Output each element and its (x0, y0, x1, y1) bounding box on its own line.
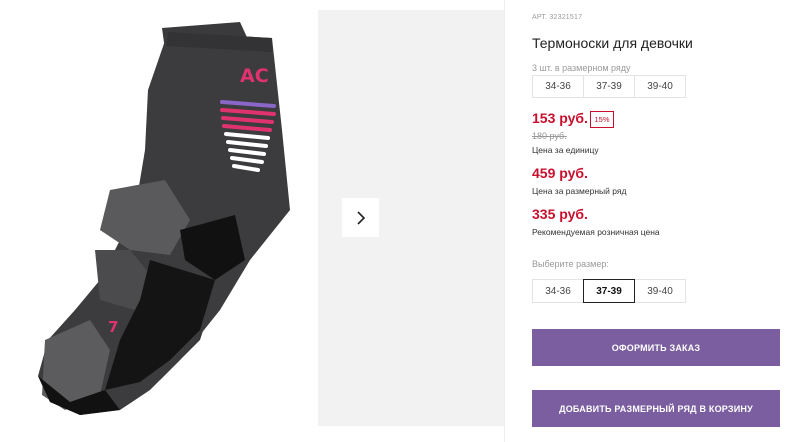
unit-price-label: Цена за единицу (532, 145, 599, 155)
product-gallery: AC 7 (0, 0, 505, 442)
row-price-label: Цена за размерный ряд (532, 186, 627, 196)
sock-brand-text: AC (240, 65, 269, 87)
retail-price-label: Рекомендуемая розничная цена (532, 227, 660, 237)
next-photo-button[interactable] (342, 198, 379, 237)
pack-size-37-39: 37-39 (583, 75, 635, 98)
pack-sizes: 34-36 37-39 39-40 (532, 75, 686, 98)
size-option-34-36[interactable]: 34-36 (532, 279, 584, 303)
article-number: АРТ. 32321517 (532, 14, 583, 21)
retail-price: 335 руб. (532, 206, 588, 222)
choose-size-label: Выберите размер: (532, 259, 609, 269)
sock-image: AC 7 (38, 22, 290, 415)
pack-size-39-40: 39-40 (634, 75, 686, 98)
order-button[interactable]: ОФОРМИТЬ ЗАКАЗ (532, 329, 780, 366)
divider (504, 0, 505, 442)
discount-badge: 15% (590, 111, 614, 128)
size-option-39-40[interactable]: 39-40 (634, 279, 686, 303)
row-price: 459 руб. (532, 165, 588, 181)
product-photo[interactable]: AC 7 (0, 10, 318, 426)
sock-heel-mark: 7 (108, 318, 118, 336)
old-price: 180 руб. (532, 131, 567, 141)
unit-price: 153 руб. (532, 110, 588, 126)
size-selector: 34-36 37-39 39-40 (532, 279, 686, 303)
product-title: Термоноски для девочки (532, 35, 693, 51)
pack-note: 3 шт. в размерном ряду (532, 63, 631, 73)
pack-size-34-36: 34-36 (532, 75, 584, 98)
size-option-37-39[interactable]: 37-39 (583, 279, 635, 303)
add-size-row-to-cart-button[interactable]: ДОБАВИТЬ РАЗМЕРНЫЙ РЯД В КОРЗИНУ (532, 390, 780, 427)
chevron-right-icon (356, 210, 365, 225)
